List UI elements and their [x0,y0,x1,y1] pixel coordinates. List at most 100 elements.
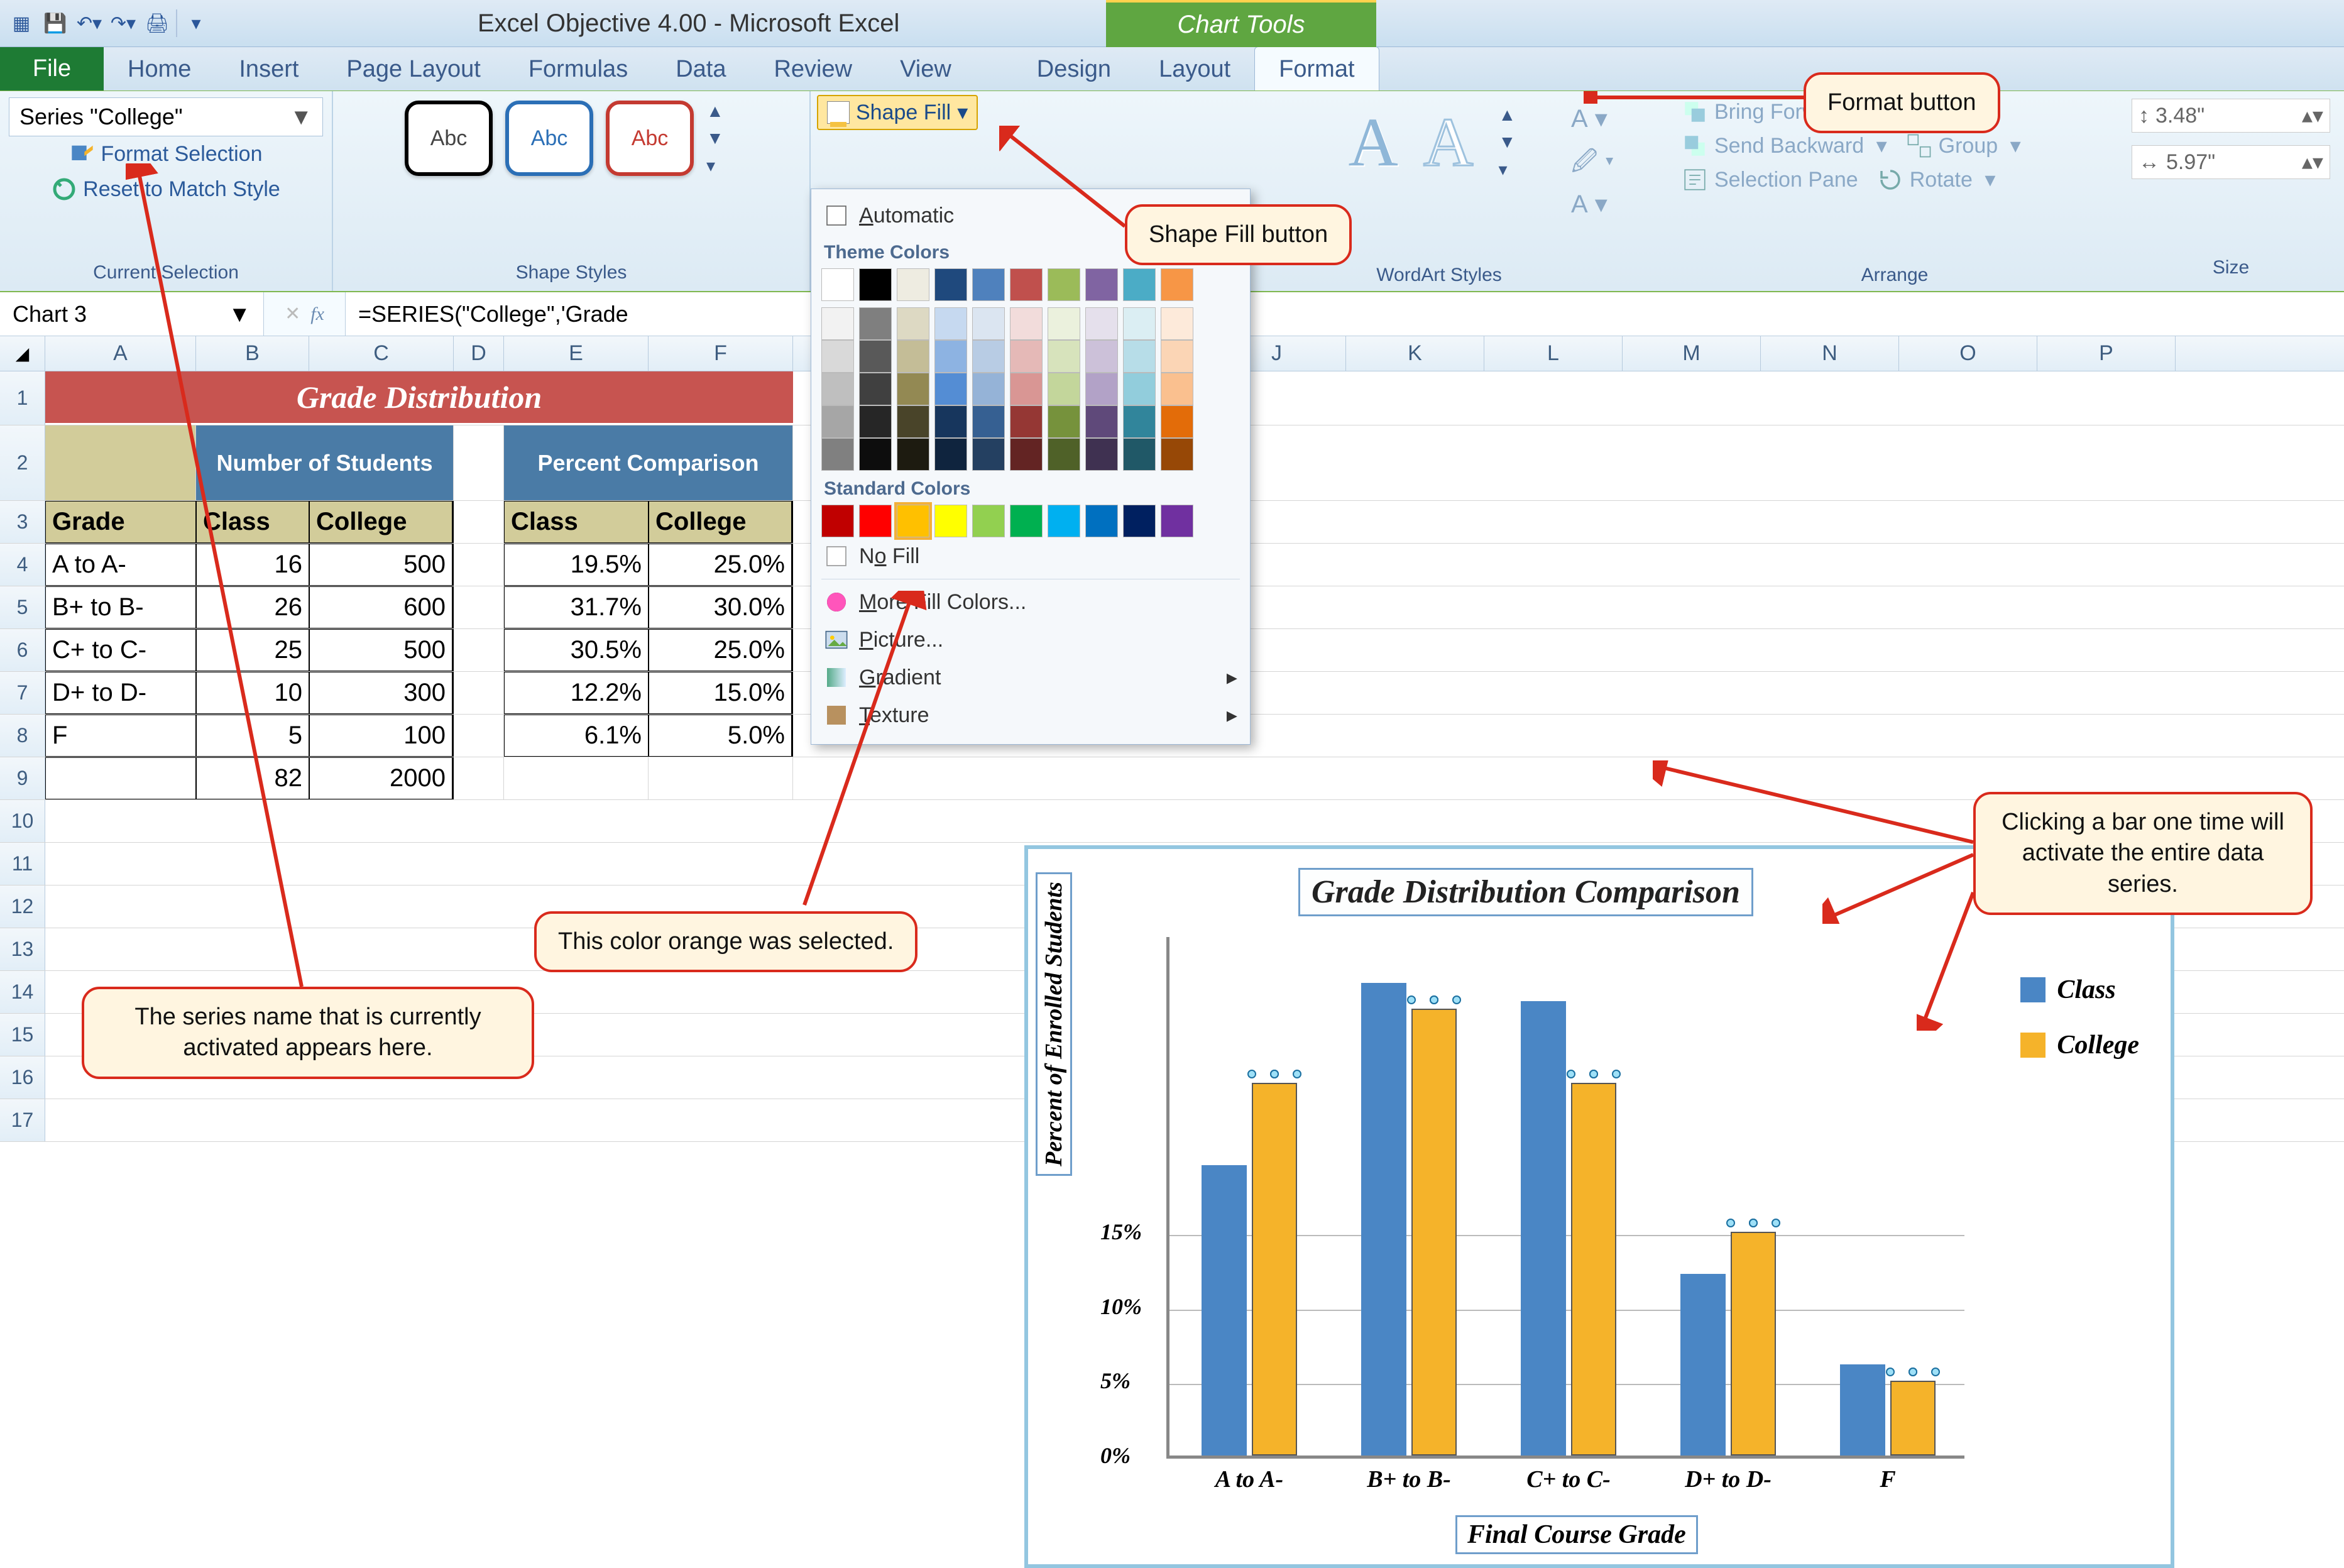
redo-icon[interactable]: ↷▾ [108,8,138,38]
chart-title[interactable]: Grade Distribution Comparison [1298,868,1753,916]
color-swatch[interactable] [1161,268,1193,301]
color-swatch[interactable] [1010,307,1043,340]
cell[interactable] [649,757,793,799]
more-fill-colors[interactable]: More Fill Colors... [821,583,1240,621]
undo-icon[interactable]: ↶▾ [74,8,104,38]
cell-class[interactable]: 26 [196,586,309,628]
cell[interactable] [45,757,196,799]
cell-pct-college[interactable]: 25.0% [649,544,793,586]
tab-page-layout[interactable]: Page Layout [322,47,504,90]
width-input[interactable]: ↔ 5.97" ▴▾ [2132,145,2330,179]
cell-pct-class[interactable]: 30.5% [504,629,649,671]
tab-data[interactable]: Data [652,47,750,90]
color-swatch[interactable] [1048,340,1080,373]
cell-class[interactable]: 25 [196,629,309,671]
color-swatch[interactable] [934,340,967,373]
name-box[interactable]: Chart 3 ▼ [0,292,264,336]
cell-pct-class[interactable]: 6.1% [504,715,649,757]
color-swatch[interactable] [859,438,892,471]
bar-college[interactable] [1731,1232,1776,1456]
bar-class[interactable] [1202,1165,1247,1456]
color-swatch[interactable] [1010,505,1043,537]
row-header[interactable]: 2 [0,425,45,500]
cell[interactable] [454,757,504,799]
color-swatch[interactable] [1123,373,1156,405]
legend-college[interactable]: College [2020,1030,2139,1060]
color-swatch[interactable] [1010,405,1043,438]
color-swatch[interactable] [1085,438,1118,471]
cell[interactable] [454,501,504,543]
cell-college[interactable]: 600 [309,586,454,628]
row-header[interactable]: 16 [0,1056,45,1099]
cell-class[interactable]: 5 [196,715,309,757]
formula-input[interactable]: =SERIES("College",'Grade ibution'!$F$4:$… [346,292,2344,336]
cell-college[interactable]: 300 [309,672,454,714]
row-header[interactable]: 11 [0,843,45,885]
color-swatch[interactable] [1010,340,1043,373]
bar-college[interactable] [1571,1083,1616,1456]
cell-pct-college[interactable]: 5.0% [649,715,793,757]
col-header-B[interactable]: B [196,336,309,371]
color-swatch[interactable] [934,307,967,340]
select-all-corner[interactable]: ◢ [0,336,45,371]
wordart-gallery[interactable]: A A ▲▼▾ [1349,101,1530,183]
fx-icon[interactable]: fx [310,304,324,325]
color-swatch[interactable] [934,438,967,471]
cell[interactable] [454,715,504,757]
y-axis-label[interactable]: Percent of Enrolled Students [1036,872,1072,1176]
row-header[interactable]: 4 [0,544,45,586]
cell-college[interactable]: 500 [309,544,454,586]
shape-fill-button[interactable]: Shape Fill ▾ [817,95,978,130]
shape-style-1[interactable]: Abc [405,101,493,176]
color-swatch[interactable] [1123,307,1156,340]
tab-insert[interactable]: Insert [215,47,322,90]
col-header-L[interactable]: L [1484,336,1623,371]
color-swatch[interactable] [859,340,892,373]
cell[interactable] [45,425,196,500]
cell[interactable] [454,544,504,586]
color-swatch[interactable] [897,505,929,537]
chart-object[interactable]: Grade Distribution Comparison Percent of… [1024,845,2174,1568]
row-header[interactable]: 1 [0,371,45,425]
send-backward-button[interactable]: Send Backward ▾ [1682,133,1887,159]
color-swatch[interactable] [859,373,892,405]
color-swatch[interactable] [1085,373,1118,405]
cell-grade[interactable]: F [45,715,196,757]
color-swatch[interactable] [1123,505,1156,537]
row-header[interactable]: 13 [0,928,45,970]
bar-college[interactable] [1411,1009,1457,1456]
col-header-N[interactable]: N [1761,336,1899,371]
rotate-button[interactable]: Rotate ▾ [1877,167,1996,193]
selection-pane-button[interactable]: Selection Pane [1682,167,1858,193]
bar-class[interactable] [1680,1274,1726,1456]
row-header[interactable]: 7 [0,672,45,714]
color-swatch[interactable] [972,340,1005,373]
cell-pct-college[interactable]: 15.0% [649,672,793,714]
col-header-A[interactable]: A [45,336,196,371]
col-header-P[interactable]: P [2037,336,2176,371]
color-swatch[interactable] [972,268,1005,301]
qat-customize-icon[interactable]: ▾ [181,8,211,38]
color-swatch[interactable] [1085,405,1118,438]
color-swatch[interactable] [821,373,854,405]
cell[interactable] [454,425,504,500]
color-swatch[interactable] [897,307,929,340]
cell-pct-class[interactable]: 19.5% [504,544,649,586]
col-header-E[interactable]: E [504,336,649,371]
color-swatch[interactable] [821,307,854,340]
color-swatch[interactable] [1085,268,1118,301]
cell-grade[interactable]: A to A- [45,544,196,586]
color-swatch[interactable] [821,438,854,471]
color-swatch[interactable] [1010,438,1043,471]
cell[interactable] [454,672,504,714]
color-swatch[interactable] [1010,268,1043,301]
shape-style-2[interactable]: Abc [505,101,593,176]
tab-design[interactable]: Design [1013,47,1135,90]
excel-icon[interactable]: ▦ [6,8,36,38]
wordart-style-2[interactable]: A [1423,102,1473,182]
tab-layout[interactable]: Layout [1135,47,1254,90]
height-input[interactable]: ↕ 3.48" ▴▾ [2132,99,2330,133]
row-header[interactable]: 14 [0,971,45,1013]
color-swatch[interactable] [972,373,1005,405]
plot-area[interactable]: 5%10%15%0%A to A-B+ to B-C+ to C-D+ to D… [1166,937,1964,1459]
